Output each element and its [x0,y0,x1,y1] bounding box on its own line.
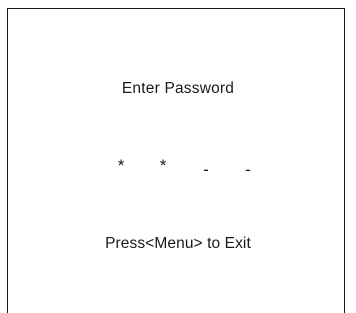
password-slot-2: * [159,156,167,175]
password-slot-4: - [245,160,251,179]
password-slot-1: * [117,156,125,175]
password-slot-3: - [203,160,209,179]
exit-hint-label: Press<Menu> to Exit [105,235,251,252]
enter-password-label: Enter Password [121,80,235,97]
password-entry[interactable]: * * - - [0,150,356,180]
